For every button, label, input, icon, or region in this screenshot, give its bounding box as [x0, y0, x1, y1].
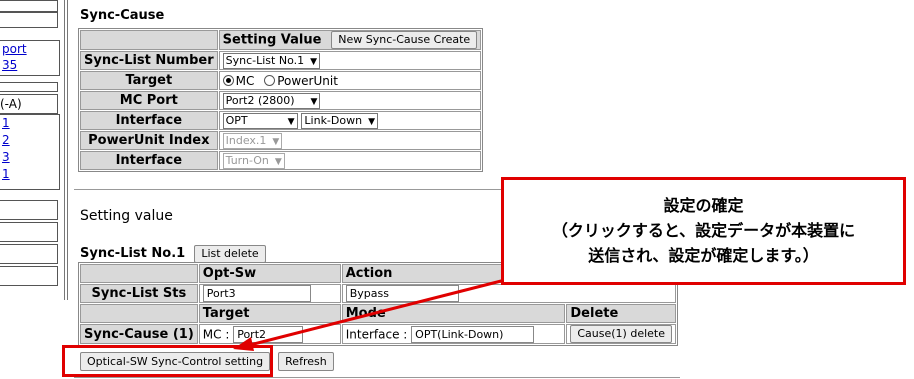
callout-box: 設定の確定 （クリックすると、設定データが本装置に 送信され、設定が確定します。…	[501, 177, 906, 285]
arrow-head-icon	[233, 337, 254, 351]
arrow-line	[245, 278, 506, 348]
callout-line-1: 設定の確定	[663, 196, 744, 215]
callout-line-3: 送信され、設定が確定します。）	[588, 246, 819, 265]
callout-line-2: （クリックすると、設定データが本装置に	[551, 221, 856, 240]
